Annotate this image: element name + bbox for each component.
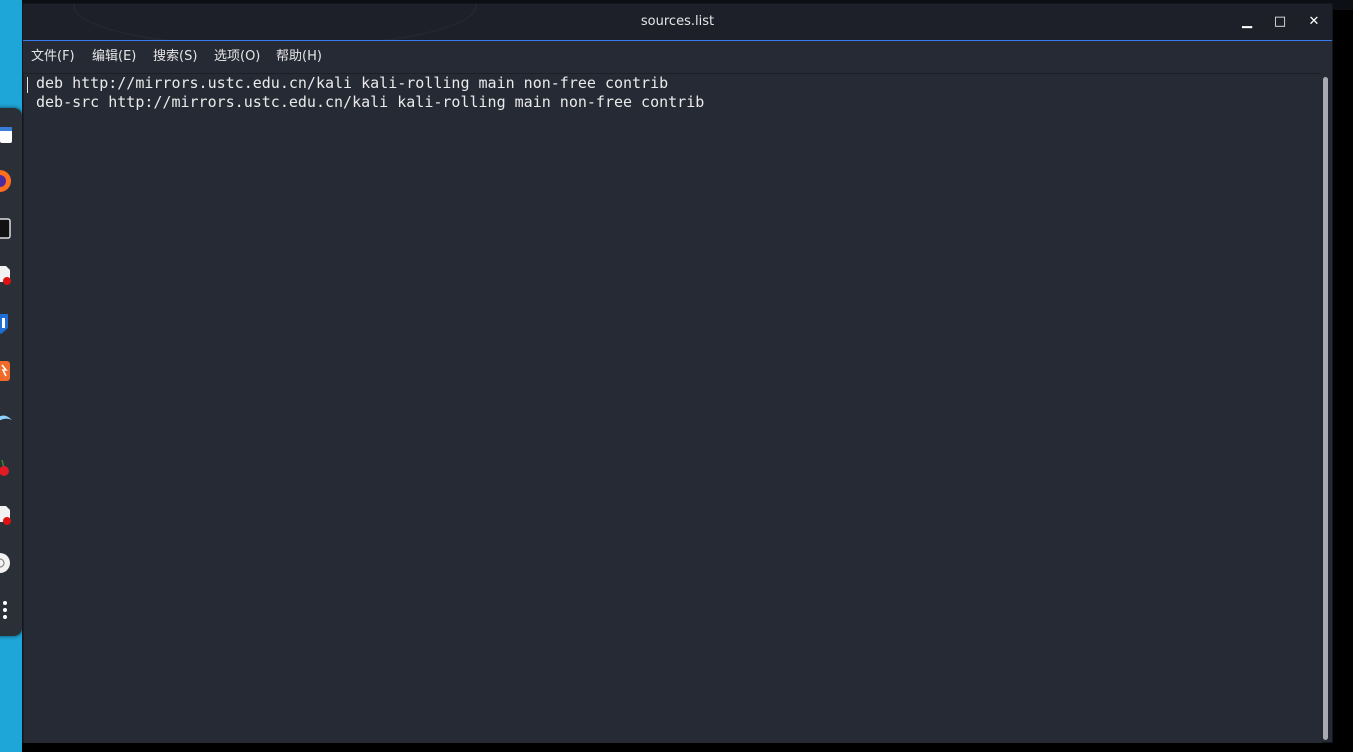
disk-icon[interactable] <box>0 552 16 574</box>
maximize-button[interactable]: □ <box>1270 12 1290 32</box>
text-editor-2-icon[interactable] <box>0 504 16 526</box>
scrollbar-thumb[interactable] <box>1323 77 1328 740</box>
menu-edit[interactable]: 编辑(E) <box>92 41 136 73</box>
titlebar[interactable]: sources.list ▁ □ ✕ <box>23 4 1332 40</box>
text-editor-area[interactable]: deb http://mirrors.ustc.edu.cn/kali kali… <box>23 73 1322 743</box>
metasploit-icon[interactable] <box>0 312 16 334</box>
editor-window: sources.list ▁ □ ✕ 文件(F) 编辑(E) 搜索(S) 选项(… <box>22 3 1333 743</box>
wireshark-icon[interactable] <box>0 408 16 430</box>
burpsuite-icon[interactable] <box>0 360 16 382</box>
text-cursor <box>27 77 28 93</box>
menu-search[interactable]: 搜索(S) <box>153 41 197 73</box>
text-editor-icon[interactable] <box>0 264 16 286</box>
editor-line[interactable]: deb-src http://mirrors.ustc.edu.cn/kali … <box>36 93 704 112</box>
cherrytree-icon[interactable] <box>0 456 16 478</box>
editor-line[interactable]: deb http://mirrors.ustc.edu.cn/kali kali… <box>36 74 668 93</box>
menu-options[interactable]: 选项(O) <box>214 41 260 73</box>
file-manager-icon[interactable] <box>0 124 16 146</box>
dock <box>0 108 22 636</box>
window-title: sources.list <box>640 14 715 29</box>
menubar: 文件(F) 编辑(E) 搜索(S) 选项(O) 帮助(H) <box>23 41 1332 73</box>
terminal-icon[interactable] <box>0 218 16 240</box>
menu-file[interactable]: 文件(F) <box>31 41 75 73</box>
app-grid-icon[interactable] <box>0 600 16 622</box>
close-button[interactable]: ✕ <box>1304 12 1324 32</box>
minimize-button[interactable]: ▁ <box>1237 12 1257 32</box>
vertical-scrollbar[interactable] <box>1321 73 1332 742</box>
firefox-icon[interactable] <box>0 170 16 192</box>
menu-help[interactable]: 帮助(H) <box>276 41 322 73</box>
